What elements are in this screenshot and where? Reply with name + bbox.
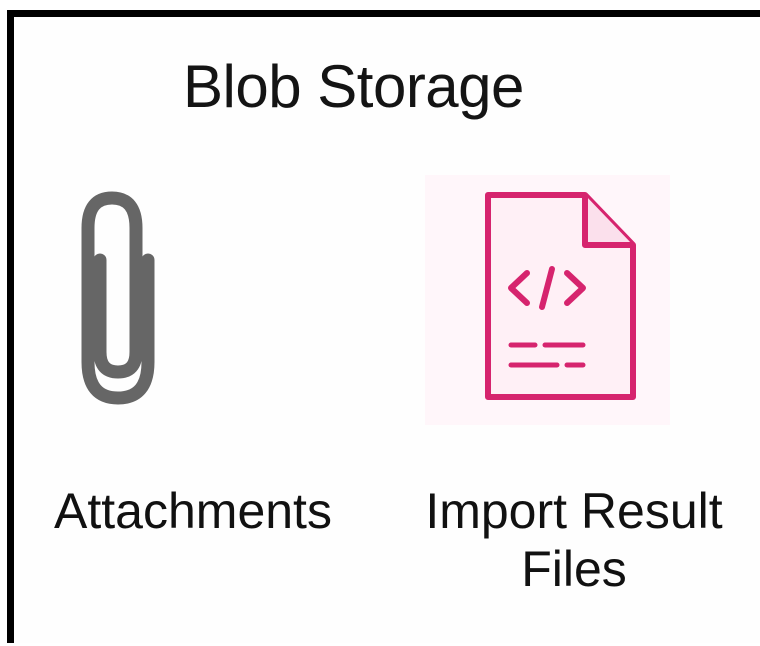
code-file-icon <box>425 175 670 425</box>
import-result-files-label-line1: Import Result <box>425 483 723 539</box>
attachments-label: Attachments <box>54 483 332 539</box>
import-result-files-item[interactable] <box>425 175 670 425</box>
import-result-files-label: Import Result Files <box>388 482 760 598</box>
import-result-files-label-line2: Files <box>521 541 627 597</box>
attachments-item[interactable] <box>42 180 182 420</box>
panel-title: Blob Storage <box>183 53 524 120</box>
paperclip-icon <box>81 191 155 405</box>
